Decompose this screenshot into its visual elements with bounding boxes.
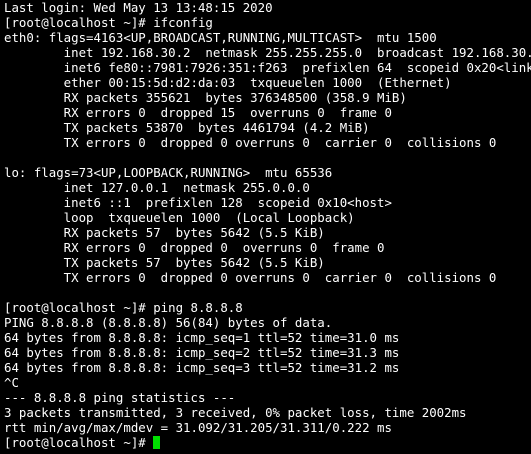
terminal-line: 64 bytes from 8.8.8.8: icmp_seq=3 ttl=52… (4, 360, 400, 375)
terminal-line: --- 8.8.8.8 ping statistics --- (4, 390, 236, 405)
terminal-line: rtt min/avg/max/mdev = 31.092/31.205/31.… (4, 420, 392, 435)
terminal-line: 64 bytes from 8.8.8.8: icmp_seq=1 ttl=52… (4, 330, 400, 345)
terminal-line: [root@localhost ~]# ifconfig (4, 15, 213, 30)
terminal-line: RX packets 355621 bytes 376348500 (358.9… (4, 90, 407, 105)
terminal-line: ether 00:15:5d:d2:da:03 txqueuelen 1000 … (4, 75, 452, 90)
shell-prompt: [root@localhost ~]# (4, 435, 154, 450)
terminal-line: 64 bytes from 8.8.8.8: icmp_seq=2 ttl=52… (4, 345, 400, 360)
terminal-line: inet6 ::1 prefixlen 128 scopeid 0x10<hos… (4, 195, 392, 210)
terminal-line: TX packets 57 bytes 5642 (5.5 KiB) (4, 255, 325, 270)
terminal-line: TX packets 53870 bytes 4461794 (4.2 MiB) (4, 120, 370, 135)
terminal-line: inet 192.168.30.2 netmask 255.255.255.0 … (4, 45, 531, 60)
terminal-line: inet 127.0.0.1 netmask 255.0.0.0 (4, 180, 310, 195)
terminal-line: [root@localhost ~]# ping 8.8.8.8 (4, 300, 243, 315)
terminal-line: lo: flags=73<UP,LOOPBACK,RUNNING> mtu 65… (4, 165, 333, 180)
terminal-line: inet6 fe80::7981:7926:351:f263 prefixlen… (4, 60, 531, 75)
terminal-line: TX errors 0 dropped 0 overruns 0 carrier… (4, 135, 497, 150)
terminal-line: ^C (4, 375, 19, 390)
terminal-line: 3 packets transmitted, 3 received, 0% pa… (4, 405, 467, 420)
terminal-line: RX packets 57 bytes 5642 (5.5 KiB) (4, 225, 325, 240)
prompt-line[interactable]: [root@localhost ~]# (4, 435, 531, 450)
cursor (153, 436, 161, 449)
terminal-line: loop txqueuelen 1000 (Local Loopback) (4, 210, 355, 225)
terminal-line: PING 8.8.8.8 (8.8.8.8) 56(84) bytes of d… (4, 315, 333, 330)
terminal-line: TX errors 0 dropped 0 overruns 0 carrier… (4, 270, 497, 285)
terminal-line: RX errors 0 dropped 0 overruns 0 frame 0 (4, 240, 385, 255)
terminal-line: Last login: Wed May 13 13:48:15 2020 (4, 0, 273, 15)
terminal-window[interactable]: Last login: Wed May 13 13:48:15 2020 [ro… (0, 0, 531, 454)
terminal-line: RX errors 0 dropped 15 overruns 0 frame … (4, 105, 392, 120)
terminal-line: eth0: flags=4163<UP,BROADCAST,RUNNING,MU… (4, 30, 437, 45)
